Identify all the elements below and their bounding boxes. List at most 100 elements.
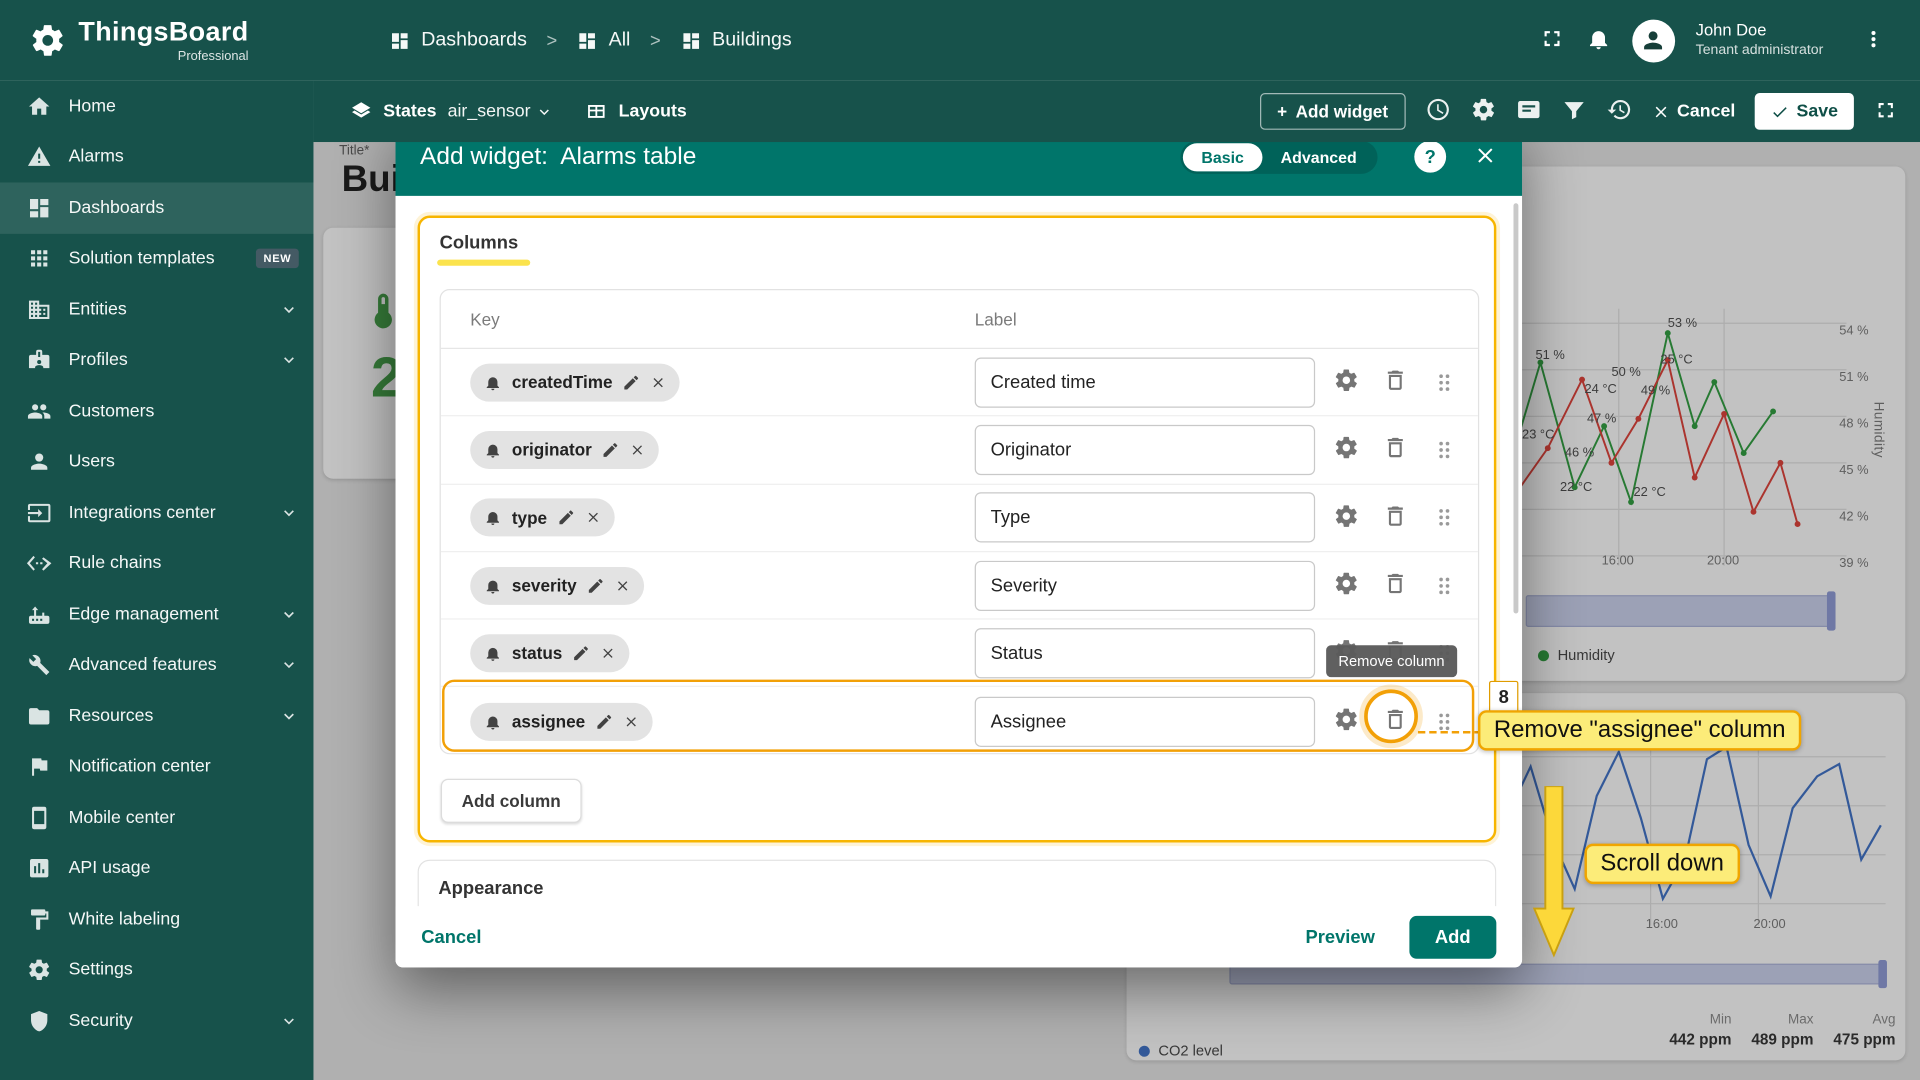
sidebar-item-rule-chains[interactable]: Rule chains — [0, 538, 313, 589]
sidebar-item-security[interactable]: Security — [0, 996, 313, 1047]
remove-key-icon[interactable] — [615, 577, 631, 593]
key-chip[interactable]: severity — [470, 566, 645, 605]
sidebar-item-advanced-features[interactable]: Advanced features — [0, 640, 313, 691]
sidebar-item-notification-center[interactable]: Notification center — [0, 741, 313, 792]
dashboard-settings-icon[interactable] — [1470, 97, 1496, 126]
sidebar-item-label: Profiles — [68, 350, 128, 371]
delete-column-button[interactable] — [1382, 368, 1408, 397]
state-select[interactable]: air_sensor — [448, 102, 554, 121]
brand[interactable]: ThingsBoard Professional — [0, 17, 313, 64]
chevron-down-icon — [279, 706, 299, 726]
delete-column-button[interactable] — [1382, 435, 1408, 464]
edit-icon[interactable] — [602, 441, 620, 459]
column-label-input[interactable] — [974, 627, 1316, 679]
edit-icon[interactable] — [557, 508, 575, 526]
sidebar-item-settings[interactable]: Settings — [0, 945, 313, 996]
column-settings-button[interactable] — [1333, 707, 1359, 736]
time-window-icon[interactable] — [1425, 97, 1451, 126]
remove-key-icon[interactable] — [650, 374, 666, 390]
drag-handle-icon[interactable] — [1431, 369, 1457, 395]
sidebar-item-home[interactable]: Home — [0, 81, 313, 132]
trash-icon — [1382, 435, 1408, 461]
sidebar-item-edge-management[interactable]: Edge management — [0, 589, 313, 640]
filters-icon[interactable] — [1561, 97, 1587, 126]
save-button[interactable]: Save — [1754, 93, 1854, 130]
column-label-input[interactable] — [974, 696, 1316, 747]
preview-button[interactable]: Preview — [1305, 926, 1374, 947]
dialog-scrollbar[interactable] — [1513, 203, 1519, 614]
chevron-down-icon — [535, 102, 553, 120]
sidebar-item-dashboards[interactable]: Dashboards — [0, 182, 314, 234]
brand-subtitle: Professional — [177, 48, 249, 64]
sidebar-item-alarms[interactable]: Alarms — [0, 132, 313, 183]
sidebar-item-integrations-center[interactable]: Integrations center — [0, 487, 313, 538]
edit-icon[interactable] — [595, 712, 613, 730]
entity-aliases-icon[interactable] — [1515, 97, 1541, 126]
remove-key-icon[interactable] — [600, 645, 616, 661]
sidebar-item-customers[interactable]: Customers — [0, 386, 313, 437]
edit-icon[interactable] — [586, 576, 604, 594]
column-settings-button[interactable] — [1333, 503, 1359, 532]
add-column-button[interactable]: Add column — [440, 778, 582, 823]
sidebar-item-profiles[interactable]: Profiles — [0, 335, 313, 386]
help-button[interactable]: ? — [1414, 140, 1447, 173]
key-chip[interactable]: createdTime — [470, 363, 680, 402]
remove-key-icon[interactable] — [623, 713, 639, 729]
sidebar-item-label: Integrations center — [68, 502, 216, 523]
white-labeling-icon — [27, 907, 51, 931]
breadcrumb-item[interactable]: Buildings — [680, 29, 792, 51]
advanced-mode-button[interactable]: Advanced — [1262, 143, 1375, 171]
sidebar-item-mobile-center[interactable]: Mobile center — [0, 792, 313, 843]
sidebar-item-users[interactable]: Users — [0, 437, 313, 488]
close-dialog-button[interactable] — [1473, 143, 1497, 171]
expand-toolbar-icon[interactable] — [1873, 97, 1897, 125]
bell-icon — [484, 644, 502, 662]
columns-table-header: Key Label — [440, 290, 1478, 349]
delete-column-button[interactable] — [1382, 707, 1408, 736]
column-settings-button[interactable] — [1333, 571, 1359, 600]
column-label-input[interactable] — [974, 357, 1316, 408]
dialog-cancel-button[interactable]: Cancel — [421, 926, 481, 947]
key-chip[interactable]: type — [470, 498, 615, 537]
sidebar-item-entities[interactable]: Entities — [0, 284, 313, 335]
breadcrumb-item[interactable]: Dashboards — [389, 29, 527, 51]
column-settings-button[interactable] — [1333, 435, 1359, 464]
notifications-icon[interactable] — [1585, 26, 1611, 55]
trash-icon — [1382, 571, 1408, 597]
chevron-down-icon — [279, 351, 299, 371]
key-chip[interactable]: assignee — [470, 702, 653, 741]
header-actions: John Doe Tenant administrator — [1539, 18, 1920, 62]
column-label-input[interactable] — [974, 560, 1316, 611]
key-chip[interactable]: status — [470, 634, 630, 673]
edit-icon[interactable] — [572, 644, 590, 662]
delete-column-button[interactable] — [1382, 571, 1408, 600]
dialog-add-button[interactable]: Add — [1409, 915, 1497, 959]
drag-handle-icon[interactable] — [1431, 437, 1457, 463]
more-menu-icon[interactable] — [1861, 26, 1885, 54]
basic-mode-button[interactable]: Basic — [1183, 142, 1263, 171]
column-label-input[interactable] — [974, 492, 1316, 543]
column-settings-button[interactable] — [1333, 368, 1359, 397]
avatar[interactable] — [1632, 18, 1675, 62]
key-chip[interactable]: originator — [470, 430, 660, 469]
fullscreen-icon[interactable] — [1539, 26, 1565, 55]
sidebar-item-api-usage[interactable]: API usage — [0, 843, 313, 894]
layouts-control[interactable]: Layouts — [586, 100, 687, 122]
states-control[interactable]: States air_sensor — [350, 100, 554, 122]
remove-key-icon[interactable] — [630, 442, 646, 458]
sidebar-item-solution-templates[interactable]: Solution templates NEW — [0, 233, 313, 284]
version-control-icon[interactable] — [1606, 97, 1632, 126]
drag-handle-icon[interactable] — [1431, 505, 1457, 531]
trash-icon — [1382, 707, 1408, 733]
add-widget-button[interactable]: + Add widget — [1259, 93, 1406, 130]
sidebar-item-white-labeling[interactable]: White labeling — [0, 894, 313, 945]
cancel-edit-button[interactable]: Cancel — [1651, 102, 1735, 121]
column-row-createdTime: createdTime — [440, 349, 1478, 417]
remove-key-icon[interactable] — [585, 510, 601, 526]
edit-icon[interactable] — [622, 373, 640, 391]
column-label-input[interactable] — [974, 424, 1316, 476]
delete-column-button[interactable] — [1382, 503, 1408, 532]
drag-handle-icon[interactable] — [1431, 572, 1457, 598]
sidebar-item-resources[interactable]: Resources — [0, 691, 313, 742]
breadcrumb-item[interactable]: All — [577, 29, 630, 51]
